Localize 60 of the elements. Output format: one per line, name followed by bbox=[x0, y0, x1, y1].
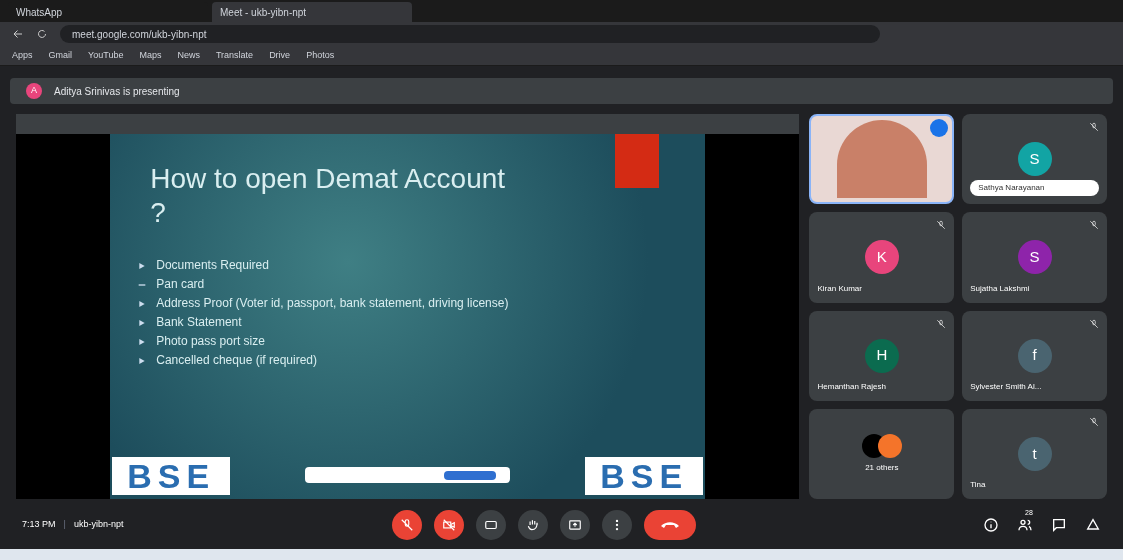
bookmark-link[interactable]: Photos bbox=[306, 48, 335, 63]
present-screen-icon bbox=[568, 518, 582, 532]
info-icon bbox=[983, 517, 999, 533]
meeting-code: ukb-yibn-npt bbox=[73, 518, 124, 532]
bookmark-link[interactable]: Translate bbox=[215, 48, 254, 63]
present-button[interactable] bbox=[560, 510, 590, 540]
chat-button[interactable] bbox=[1051, 517, 1067, 533]
camera-button[interactable] bbox=[434, 510, 464, 540]
separator: | bbox=[63, 518, 66, 532]
activities-button[interactable] bbox=[1085, 517, 1101, 533]
arrow-bullet-icon bbox=[138, 262, 147, 270]
address-bar[interactable]: meet.google.com/ukb-yibn-npt bbox=[60, 25, 880, 43]
bullet-text: Bank Statement bbox=[156, 315, 242, 330]
bse-logo: BSE bbox=[585, 457, 704, 495]
participant-name: Sujatha Lakshmi bbox=[970, 282, 1030, 295]
reload-icon bbox=[36, 28, 48, 40]
name-pill: Sathya Narayanan bbox=[970, 180, 1099, 197]
chat-icon bbox=[1051, 517, 1067, 533]
slide-title: How to open Demat Account ? bbox=[150, 162, 507, 230]
bookmark-link[interactable]: News bbox=[177, 48, 200, 63]
mic-off-icon bbox=[400, 518, 414, 532]
bookmark-link[interactable]: YouTube bbox=[88, 48, 124, 63]
bookmark-link[interactable]: Drive bbox=[269, 48, 291, 63]
bookmark-link[interactable]: Apps bbox=[12, 48, 33, 63]
bookmark-link[interactable]: Gmail bbox=[48, 48, 73, 63]
bse-logo: BSE bbox=[112, 457, 231, 495]
speaking-indicator-icon bbox=[930, 119, 949, 137]
arrow-bullet-icon bbox=[138, 300, 147, 308]
end-call-button[interactable] bbox=[644, 510, 696, 540]
arrow-bullet-icon bbox=[138, 319, 147, 327]
participant-name: 21 others bbox=[865, 461, 899, 474]
participant-name: Tina bbox=[970, 479, 986, 491]
participant-name: Sylvester Smith Al... bbox=[970, 380, 1042, 393]
bullet-text: Documents Required bbox=[156, 258, 269, 273]
participant-name: Hemanthan Rajesh bbox=[817, 380, 886, 393]
participant-name: Kiran Kumar bbox=[817, 282, 862, 295]
mic-button[interactable] bbox=[392, 510, 422, 540]
bookmark-link[interactable]: Maps bbox=[139, 48, 162, 63]
search-button-image bbox=[444, 470, 497, 480]
camera-off-icon bbox=[442, 518, 456, 532]
bullet-text: Pan card bbox=[156, 277, 205, 292]
phone-hang-up-icon bbox=[661, 522, 679, 528]
browser-tab[interactable]: Meet - ukb-yibn-npt bbox=[212, 2, 412, 22]
bullet-text: Photo pass port size bbox=[156, 334, 265, 349]
shapes-icon bbox=[1085, 517, 1101, 533]
slide-accent-block bbox=[615, 134, 660, 188]
bullet-text: Address Proof (Voter id, passport, bank statement, driving license) bbox=[156, 296, 509, 311]
arrow-bullet-icon bbox=[138, 357, 147, 365]
arrow-bullet-icon bbox=[138, 338, 147, 346]
back-arrow-icon bbox=[12, 28, 24, 40]
people-icon bbox=[1017, 517, 1033, 533]
presenting-text: Aditya Srinivas is presenting bbox=[54, 84, 180, 99]
captions-button[interactable] bbox=[476, 510, 506, 540]
people-button[interactable] bbox=[1017, 517, 1033, 533]
bullet-text: Cancelled cheque (if required) bbox=[156, 353, 317, 368]
dash-bullet-icon bbox=[138, 281, 147, 289]
raise-hand-button[interactable] bbox=[518, 510, 548, 540]
hand-icon bbox=[526, 518, 540, 532]
captions-icon bbox=[484, 518, 498, 532]
meeting-time: 7:13 PM bbox=[22, 518, 56, 532]
